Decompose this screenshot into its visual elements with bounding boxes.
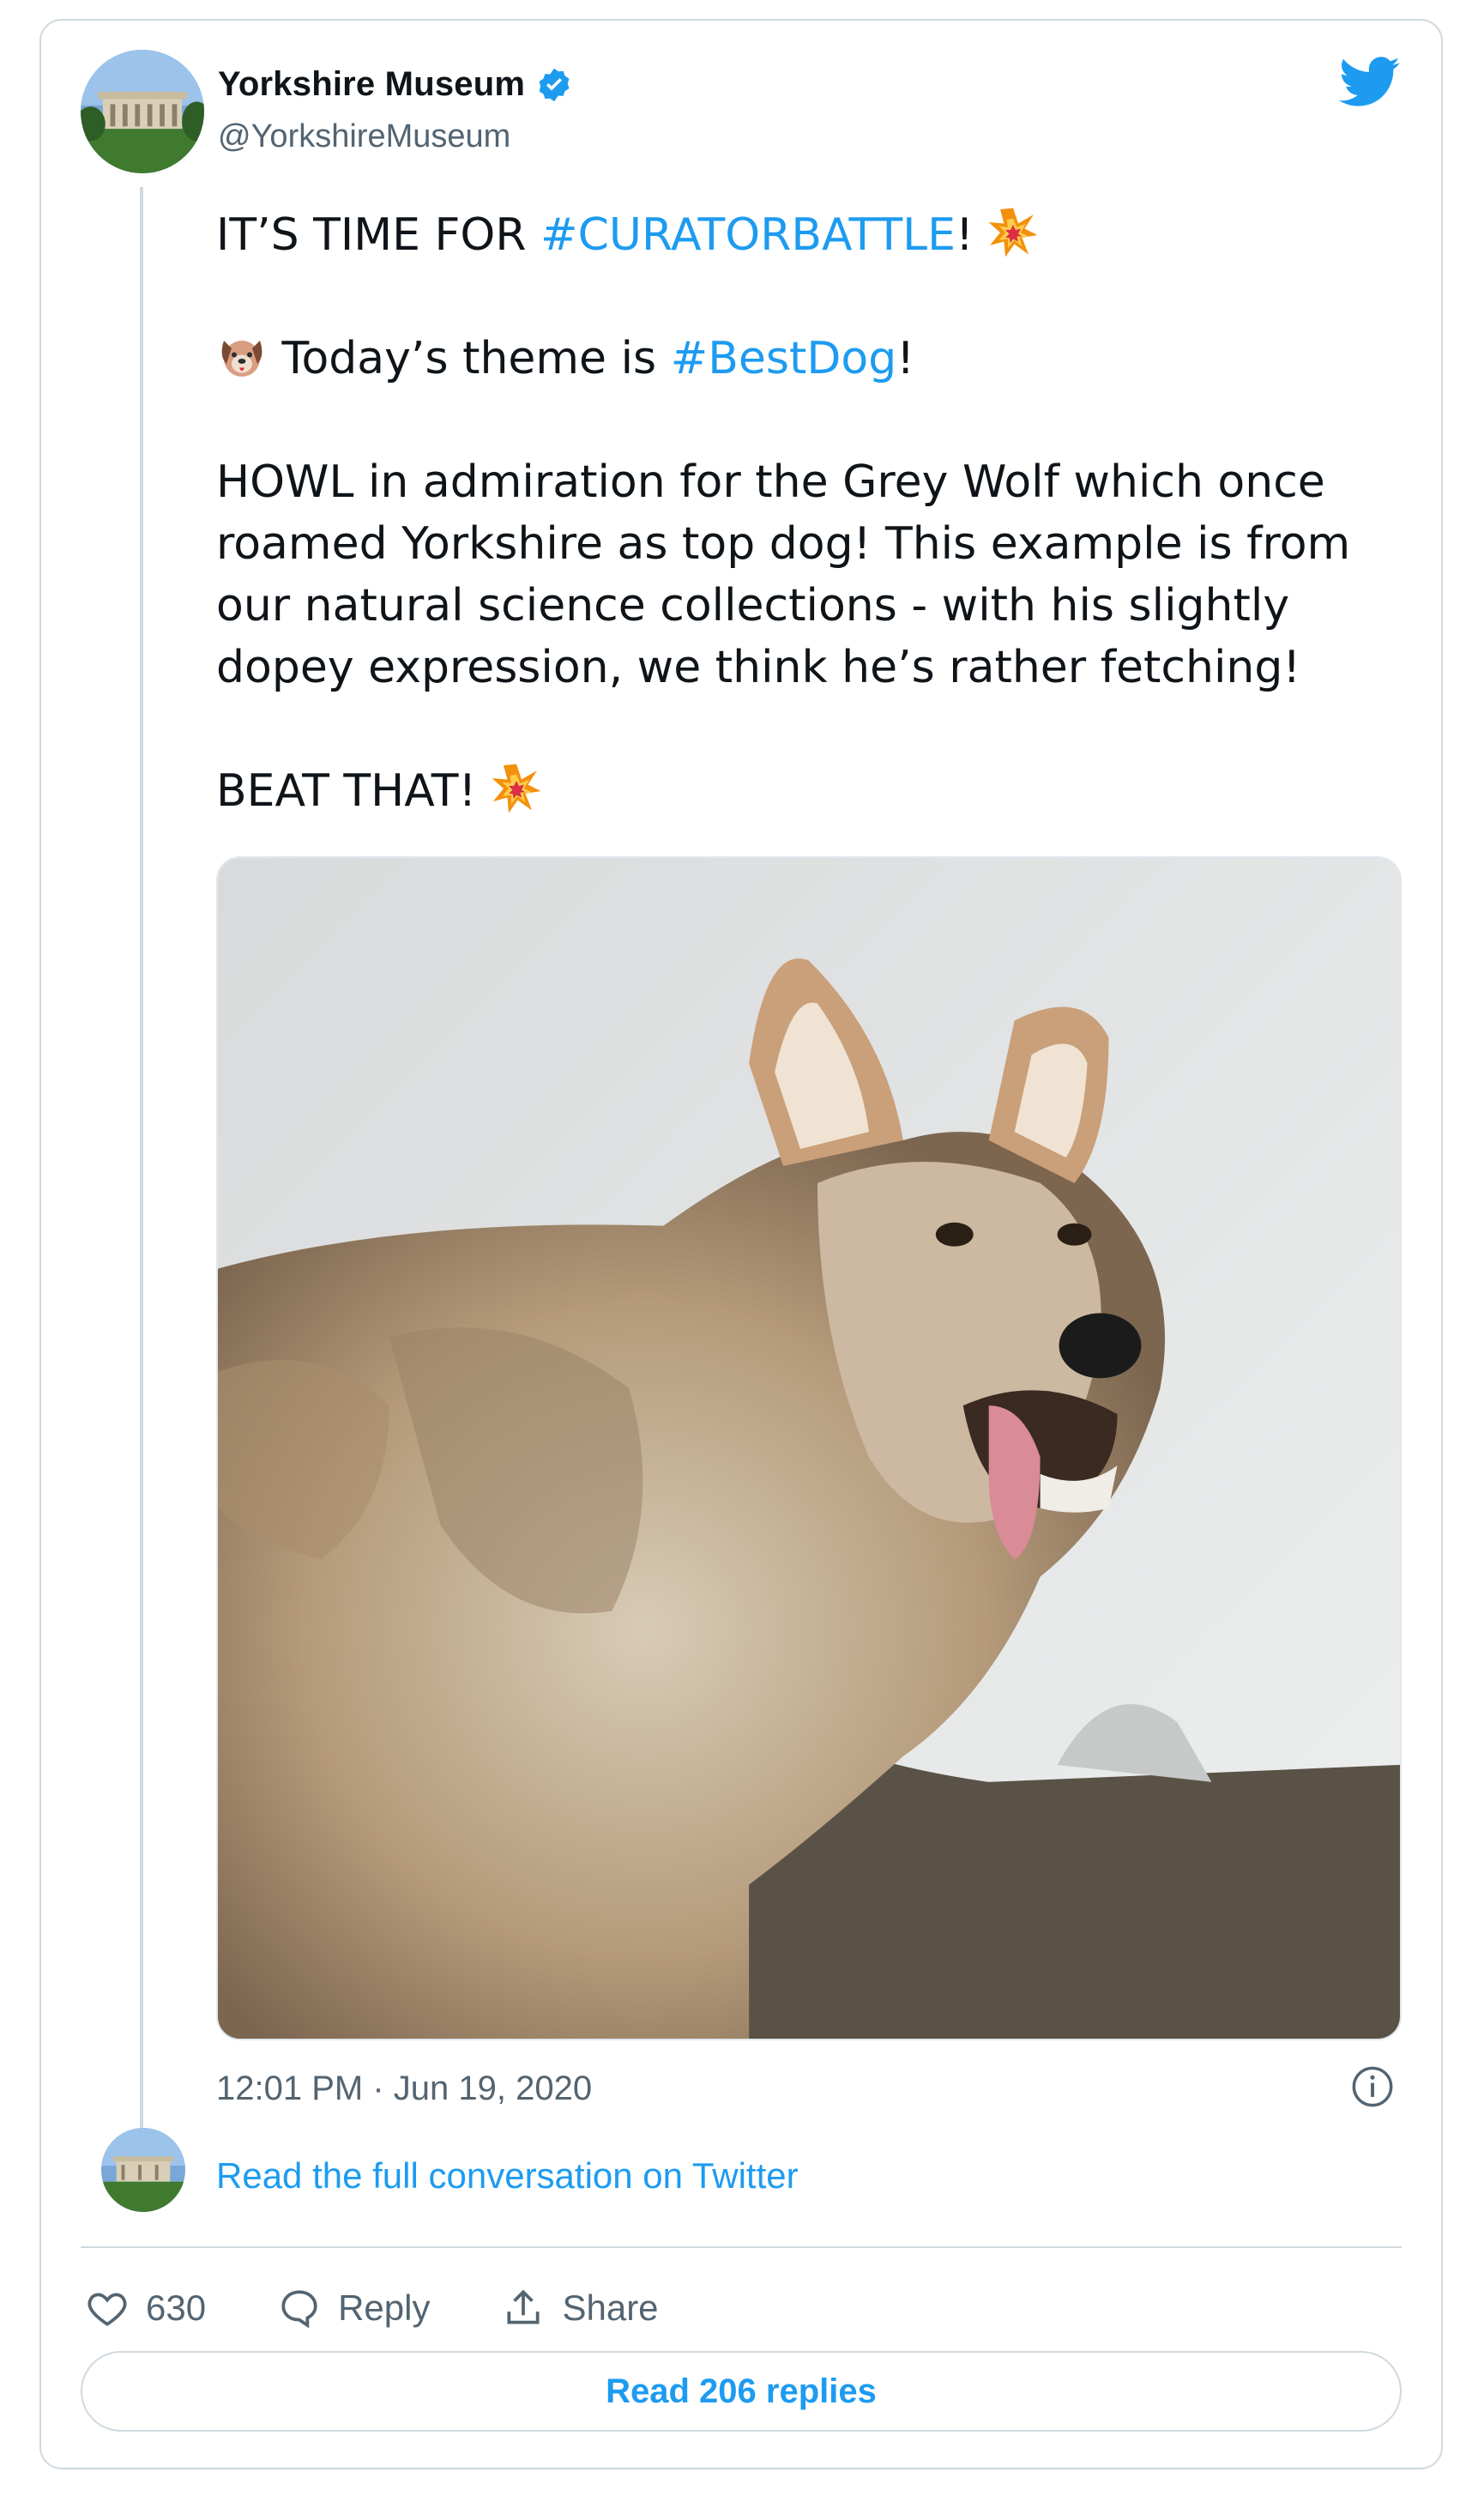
tweet-paragraph-3: HOWL in admiration for the Grey Wolf whi… — [216, 456, 1365, 693]
grey-wolf-photo — [218, 858, 1400, 2039]
tweet-media-image[interactable] — [216, 856, 1402, 2040]
read-full-conversation-link[interactable]: Read the full conversation on Twitter — [216, 2155, 799, 2197]
tweet-line-1-prefix: IT’S TIME FOR — [216, 209, 541, 261]
tweet-line-1-suffix: ! — [956, 209, 974, 261]
like-count: 630 — [146, 2287, 207, 2328]
collision-emoji-icon — [491, 763, 542, 814]
account-avatar[interactable] — [81, 50, 204, 173]
hashtag-curatorbattle[interactable]: #CURATORBATTLE — [540, 209, 956, 261]
reply-label: Reply — [338, 2287, 431, 2328]
share-label: Share — [562, 2287, 659, 2328]
read-replies-button[interactable]: Read 206 replies — [81, 2351, 1402, 2432]
tweet-line-2-suffix: ! — [896, 333, 915, 384]
reply-bubble-icon — [281, 2290, 317, 2329]
twitter-bird-icon[interactable] — [1338, 57, 1402, 108]
conversation-avatar[interactable] — [101, 2128, 185, 2212]
account-name-row: Yorkshire Museum — [218, 65, 573, 104]
tweet-line-4-text: BEAT THAT! — [216, 765, 491, 817]
account-display-name[interactable]: Yorkshire Museum — [218, 65, 525, 104]
tweet-line-2-prefix: Today’s theme is — [268, 333, 671, 384]
tweet-text: IT’S TIME FOR #CURATORBATTLE! Today’s th… — [216, 204, 1400, 822]
tweet-timestamp[interactable]: 12:01 PM · Jun 19, 2020 — [216, 2070, 592, 2108]
like-button[interactable]: 630 — [86, 2287, 206, 2330]
thread-line — [140, 187, 143, 2128]
tweet-line-4: BEAT THAT! — [216, 760, 1400, 822]
reply-button[interactable]: Reply — [278, 2287, 430, 2330]
hashtag-bestdog[interactable]: #BestDog — [671, 333, 897, 384]
share-upload-icon — [507, 2289, 540, 2324]
museum-building-avatar-icon — [101, 2128, 185, 2212]
dog-face-emoji-icon — [216, 330, 268, 382]
share-button[interactable]: Share — [502, 2287, 659, 2330]
read-replies-label: Read 206 replies — [606, 2372, 877, 2410]
collision-emoji-icon — [987, 207, 1039, 258]
actions-divider — [81, 2246, 1402, 2248]
verified-badge-icon — [535, 66, 573, 104]
tweet-line-1: IT’S TIME FOR #CURATORBATTLE! — [216, 204, 1400, 266]
tweet-line-2: Today’s theme is #BestDog! — [216, 328, 1400, 390]
tweet-actions: 630 Reply Share — [86, 2274, 731, 2342]
info-icon[interactable] — [1350, 2064, 1395, 2109]
heart-icon — [87, 2293, 127, 2326]
museum-building-avatar-icon — [81, 50, 204, 173]
account-handle[interactable]: @YorkshireMuseum — [218, 118, 510, 155]
